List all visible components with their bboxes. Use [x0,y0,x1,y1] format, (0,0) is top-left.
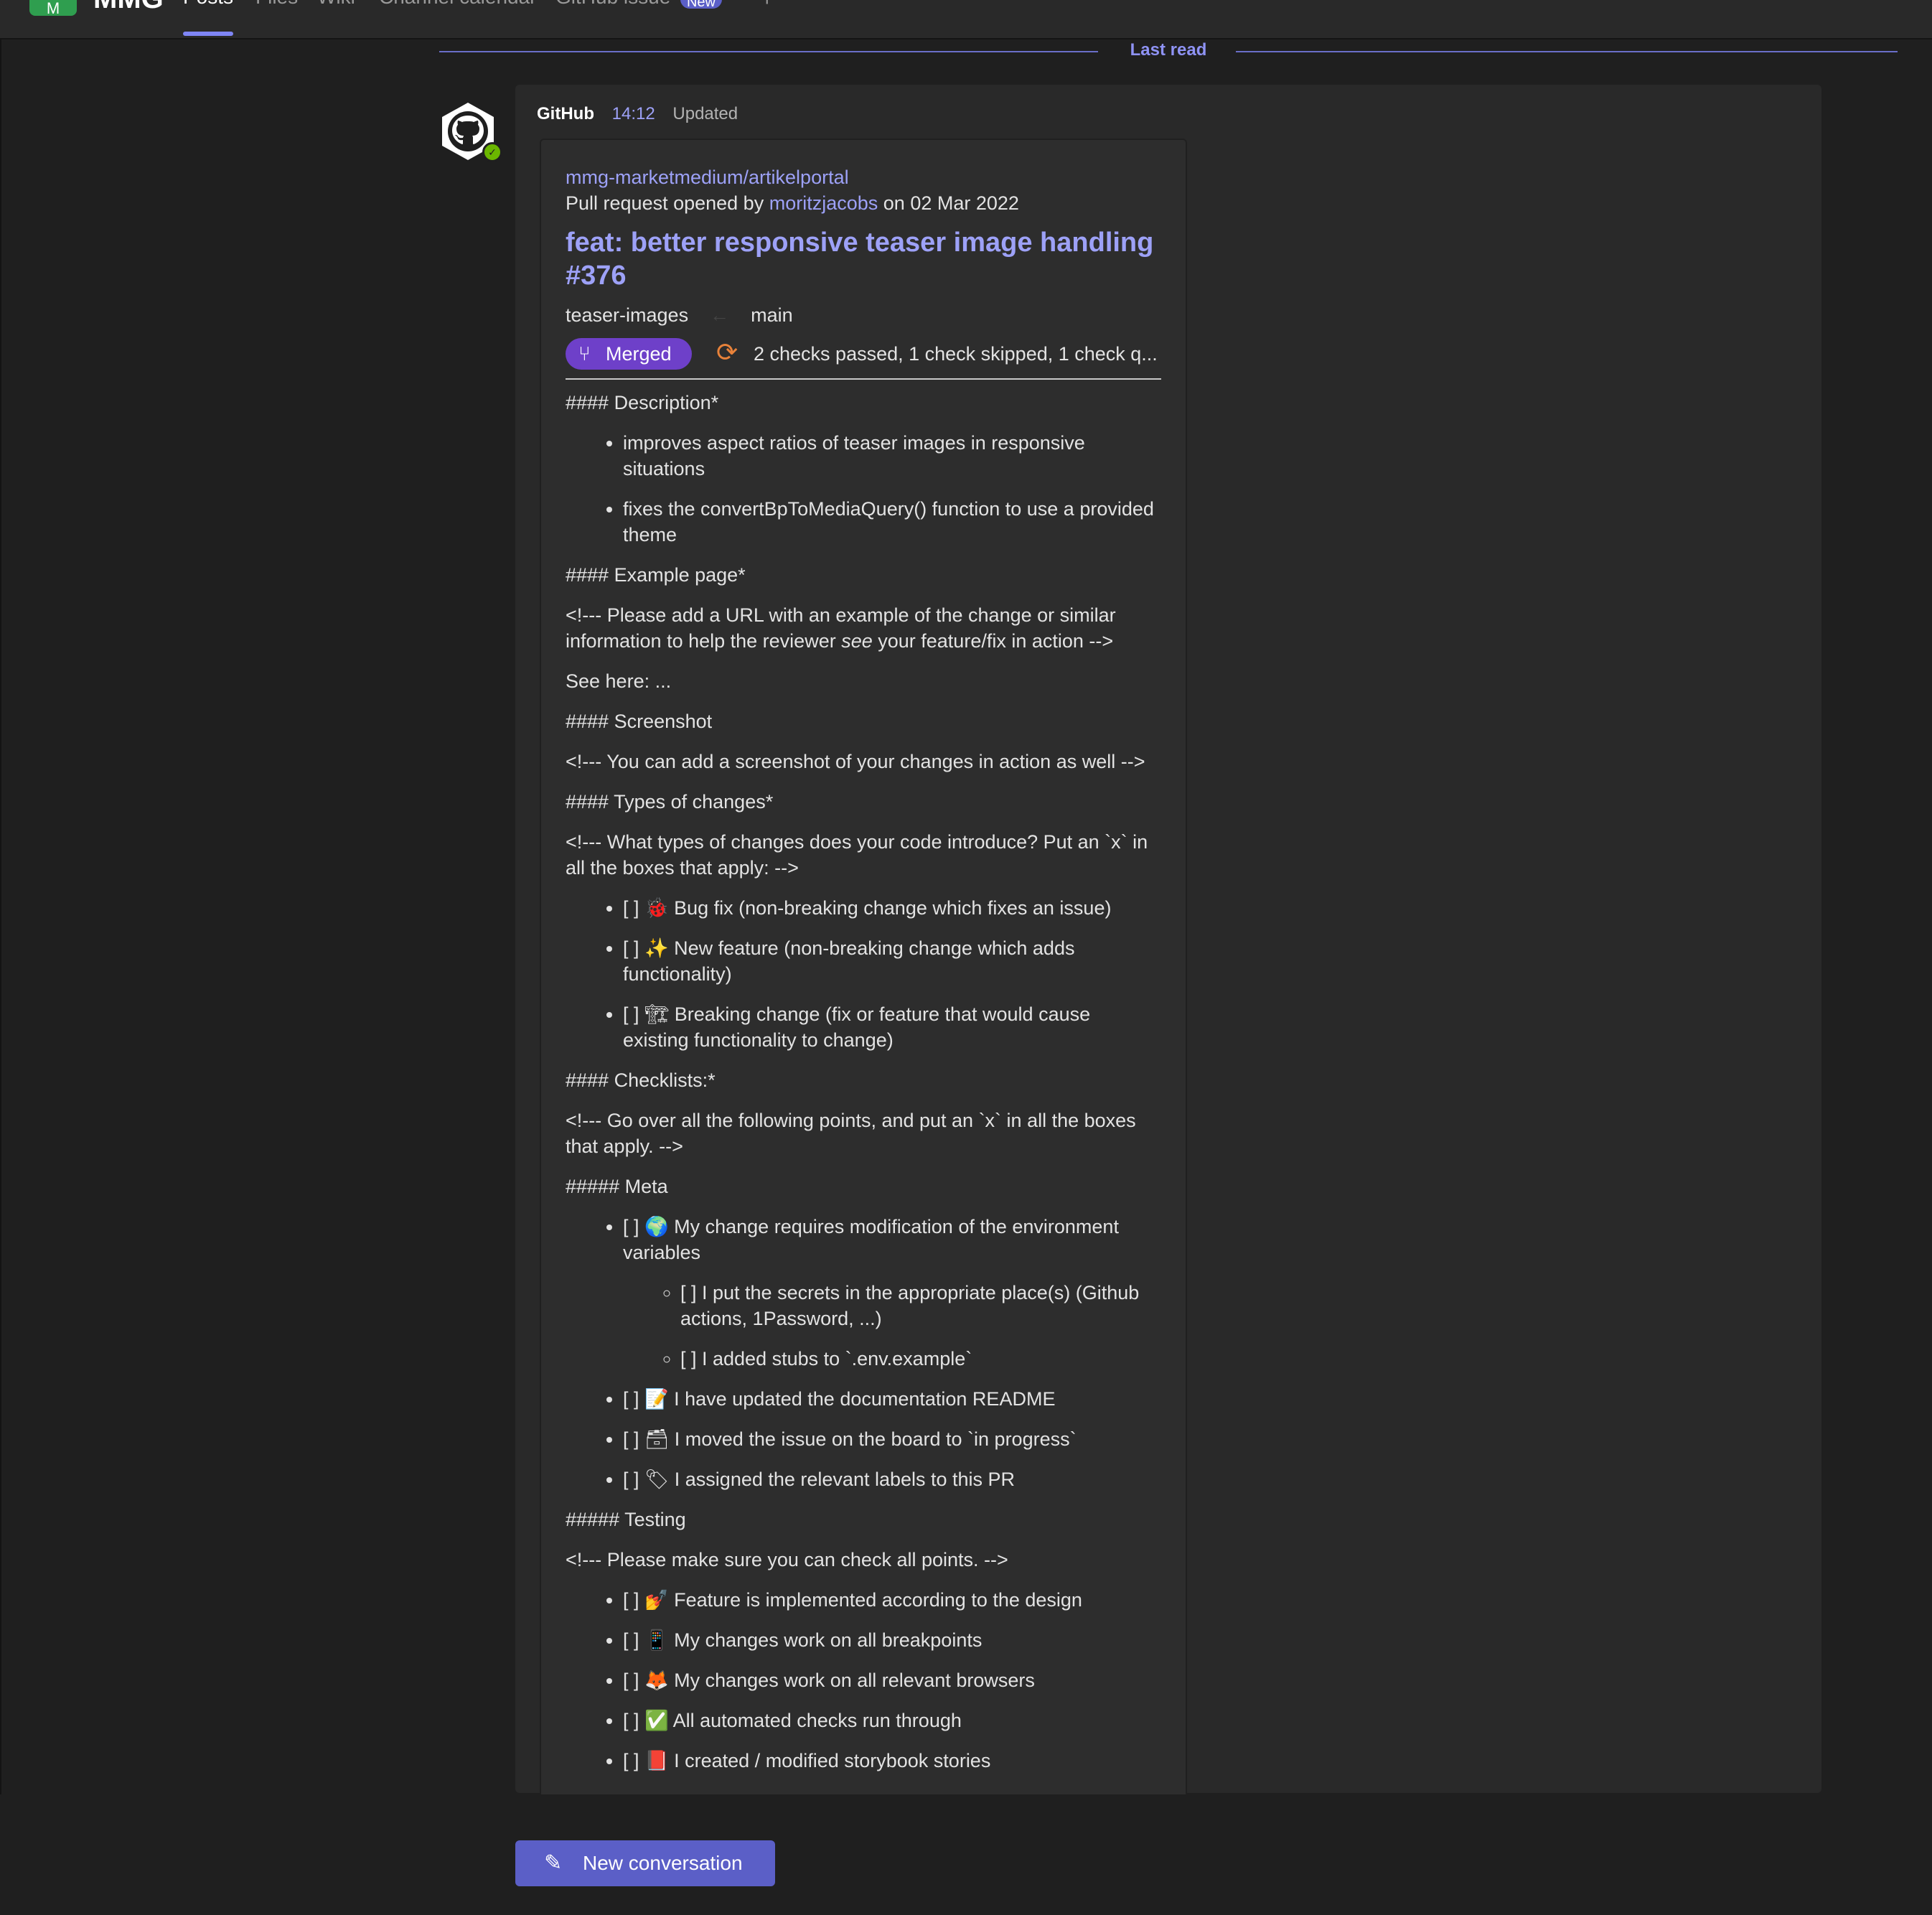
last-read-line-right [1236,51,1898,52]
types-list: [ ] 🐞 Bug fix (non-breaking change which… [566,895,1161,1053]
team-avatar[interactable]: M [29,0,77,17]
list-item: [ ] ✅ All automated checks run through [623,1708,1161,1733]
list-item: [ ] 💅 Feature is implemented according t… [623,1587,1161,1613]
list-item: [ ] I put the secrets in the appropriate… [680,1280,1161,1331]
edited-label: Updated [672,104,738,123]
add-tab-button[interactable]: + [761,0,774,11]
merged-label: Merged [606,343,672,365]
list-item: [ ] 🏷 I assigned the relevant labels to … [623,1466,1161,1492]
repo-link[interactable]: mmg-marketmedium/artikelportal [566,164,1161,190]
example-comment: <!--- Please add a URL with an example o… [566,602,1161,654]
see-here-text: See here: ... [566,670,672,692]
list-item: [ ] 🏗 Breaking change (fix or feature th… [623,1001,1161,1053]
list-item: [ ] 🦊 My changes work on all relevant br… [623,1667,1161,1693]
message-header: GitHub 14:12 Updated [537,103,738,126]
example-comment-b: your feature/fix in action --> [872,630,1114,652]
list-item: [ ] 📕 I created / modified storybook sto… [623,1748,1161,1774]
channel-header: M MMG Posts Files Wiki Channel calendar … [0,0,1932,39]
message-timestamp[interactable]: 14:12 [612,104,655,123]
branch-info: teaser-images ← main [566,302,1161,328]
list-item: [ ] 📱 My changes work on all breakpoints [623,1627,1161,1653]
status-row: ⑂ Merged ⟳ 2 checks passed, 1 check skip… [566,337,1161,371]
sender-name[interactable]: GitHub [537,104,594,123]
pull-request-card: mmg-marketmedium/artikelportal Pull requ… [540,139,1187,1807]
arrow-left-icon: ← [710,304,730,326]
refresh-icon: ⟳ [716,337,738,367]
last-read-line-left [439,51,1098,52]
list-item: [ ] 🗃 I moved the issue on the board to … [623,1426,1161,1452]
left-rail [0,39,1,1915]
card-divider [566,378,1161,380]
list-item: [ ] I added stubs to `.env.example` [680,1346,1161,1372]
tab-posts[interactable]: Posts [183,0,233,9]
opened-date: on 02 Mar 2022 [883,192,1019,214]
list-item: [ ] ✨ New feature (non-breaking change w… [623,935,1161,987]
tab-channel-calendar[interactable]: Channel calendar [379,0,537,9]
new-conversation-label: New conversation [583,1852,743,1874]
tab-files[interactable]: Files [255,0,298,9]
author-link[interactable]: moritzjacobs [769,192,878,214]
heading-checklists: #### Checklists:* [566,1069,716,1091]
list-item: [ ] 🐞 Bug fix (non-breaking change which… [623,895,1161,921]
heading-description: #### Description* [566,392,719,413]
list-item: improves aspect ratios of teaser images … [623,430,1161,482]
list-item: fixes the convertBpToMediaQuery() functi… [623,496,1161,548]
types-comment: <!--- What types of changes does your co… [566,831,1148,879]
list-item-text: [ ] 🌍 My change requires modification of… [623,1216,1119,1263]
compose-area [0,1794,1932,1915]
screenshot-comment: <!--- You can add a screenshot of your c… [566,751,1145,772]
compose-icon: ✎ [544,1851,563,1875]
list-item: [ ] 🌍 My change requires modification of… [623,1214,1161,1372]
tab-github-issue[interactable]: GitHub issue [555,0,670,9]
list-item: [ ] 📝 I have updated the documentation R… [623,1386,1161,1412]
heading-testing: ##### Testing [566,1509,686,1530]
heading-meta: ##### Meta [566,1176,668,1197]
description-list: improves aspect ratios of teaser images … [566,430,1161,548]
testing-comment: <!--- Please make sure you can check all… [566,1549,1008,1570]
last-read-label: Last read [1130,40,1207,60]
meta-list: [ ] 🌍 My change requires modification of… [566,1214,1161,1492]
heading-example-page: #### Example page* [566,564,746,586]
merged-badge: ⑂ Merged [566,338,692,370]
opened-by-line: Pull request opened by moritzjacobs on 0… [566,190,1161,216]
pr-description: #### Description* improves aspect ratios… [566,390,1161,1774]
checks-status: 2 checks passed, 1 check skipped, 1 chec… [754,343,1158,365]
new-conversation-button[interactable]: ✎ New conversation [515,1840,775,1886]
head-branch: teaser-images [566,304,689,326]
heading-screenshot: #### Screenshot [566,711,713,732]
meta-sublist: [ ] I put the secrets in the appropriate… [623,1280,1161,1372]
checklists-comment: <!--- Go over all the following points, … [566,1110,1136,1157]
heading-types: #### Types of changes* [566,791,774,813]
git-merge-icon: ⑂ [578,342,591,365]
active-tab-indicator [183,32,233,36]
base-branch: main [751,304,793,326]
pr-title-link[interactable]: feat: better responsive teaser image han… [566,226,1161,292]
new-badge: New [680,0,722,10]
presence-available-icon: ✓ [482,142,502,162]
opened-prefix: Pull request opened by [566,192,764,214]
channel-name: MMG [93,0,164,13]
example-comment-em: see [841,630,873,652]
testing-list: [ ] 💅 Feature is implemented according t… [566,1587,1161,1774]
tab-wiki[interactable]: Wiki [317,0,355,9]
